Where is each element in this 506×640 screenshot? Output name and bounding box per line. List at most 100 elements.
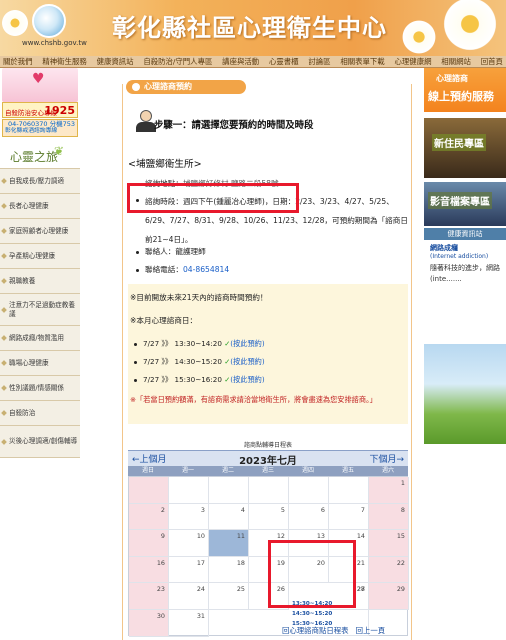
- heart-banner[interactable]: ♥: [2, 68, 78, 102]
- sidebar-item-caregiver[interactable]: 家庭照顧者心理健康: [0, 219, 80, 244]
- calendar-day[interactable]: 22: [369, 556, 409, 584]
- slot-row: 7/27 》》 13:30~14:20 ✓(按此預約): [134, 339, 265, 349]
- calendar-day[interactable]: 7: [329, 503, 369, 531]
- book-slot-link[interactable]: (按此預約): [230, 357, 264, 366]
- bullet-icon: [1, 360, 7, 366]
- bullet-icon: [1, 278, 7, 284]
- nav-item-suicide-prevention[interactable]: 自殺防治/守門人專區: [143, 56, 212, 67]
- sidebar-item-elderly[interactable]: 長者心理健康: [0, 194, 80, 219]
- hotline-number: 1925: [44, 104, 75, 117]
- day-number: 2: [160, 505, 165, 514]
- sidebar-item-pregnancy[interactable]: 孕產期心理健康: [0, 244, 80, 269]
- sidebar-item-parenting[interactable]: 親職教養: [0, 269, 80, 294]
- calendar-day[interactable]: 23: [129, 583, 169, 610]
- bullet-icon: [1, 438, 7, 445]
- nav-item-health-info[interactable]: 健康資訊站: [97, 56, 134, 67]
- day-number: 30: [156, 612, 165, 620]
- day-number: 29: [396, 585, 405, 594]
- bullet-dot: [134, 360, 137, 364]
- calendar-day[interactable]: 5: [249, 503, 289, 531]
- online-booking-banner[interactable]: 心理諮商 線上預約服務: [424, 68, 506, 112]
- day-number: 13: [316, 532, 325, 541]
- day-number: 24: [196, 585, 205, 594]
- calendar-day[interactable]: 9: [129, 530, 169, 557]
- calendar-slot-link[interactable]: 14:30~15:20: [292, 609, 365, 619]
- calendar-day[interactable]: 18: [209, 556, 249, 584]
- back-link[interactable]: 回上一頁: [356, 626, 386, 635]
- article-title: 網路成癮: [430, 244, 458, 252]
- circle-icon: [132, 83, 140, 91]
- right-sidebar: 心理諮商 線上預約服務 新住民專區 影音檔案專區 健康資訊站 網路成癮 (Int…: [424, 68, 506, 640]
- calendar-empty: [129, 477, 169, 504]
- nav-item-bookshelf[interactable]: 心靈書櫃: [269, 56, 299, 67]
- video-archive-banner[interactable]: 影音檔案專區: [424, 182, 506, 226]
- calendar-day[interactable]: 4: [209, 503, 249, 531]
- calendar-day[interactable]: 10: [169, 530, 209, 557]
- next-month-link[interactable]: 下個月→: [369, 452, 404, 465]
- nav-item-links[interactable]: 相關網站: [441, 56, 471, 67]
- landscape-image: [424, 344, 506, 444]
- contact-line: 聯絡人：龍護理師: [136, 242, 206, 261]
- calendar-day[interactable]: 16: [129, 556, 169, 584]
- logo-icon[interactable]: [32, 4, 66, 38]
- nav-item-forum[interactable]: 討論區: [308, 56, 330, 67]
- sidebar-item-self-growth[interactable]: 自我成長/壓力調適: [0, 169, 80, 194]
- sidebar-item-suicide[interactable]: 自殺防治: [0, 401, 80, 426]
- calendar-day[interactable]: 11: [209, 530, 249, 557]
- sidebar-item-gender[interactable]: 性別議題/情感關係: [0, 376, 80, 401]
- calendar-day[interactable]: 29: [369, 583, 409, 610]
- sidebar-item-addiction[interactable]: 網路成癮/物質濫用: [0, 326, 80, 351]
- calendar-day[interactable]: 1: [369, 477, 409, 504]
- calendar-day[interactable]: 31: [169, 610, 209, 637]
- clinic-name: <埔鹽鄉衛生所>: [128, 159, 202, 170]
- day-number: 18: [236, 558, 245, 567]
- weekday: 週日: [141, 467, 154, 474]
- prev-month-link[interactable]: ←上個月: [132, 452, 167, 465]
- article-subtitle: (Internet addiction): [430, 253, 489, 260]
- main-content: 心理諮商預約 步驟一：請選擇您要預約的時間及時段 <埔鹽鄉衛生所> 諮詢地點：埔…: [122, 78, 412, 640]
- weekday: 週二: [221, 467, 234, 474]
- article-teaser[interactable]: 網路成癮 (Internet addiction) 隨著科技的進步，網路(int…: [430, 244, 502, 285]
- daisy-decoration: [400, 18, 438, 56]
- book-slot-link[interactable]: (按此預約): [230, 375, 264, 384]
- day-number: 25: [236, 585, 245, 594]
- bullet-dot: [136, 268, 139, 272]
- bullet-dot: [134, 342, 137, 346]
- calendar-day[interactable]: 25: [209, 583, 249, 610]
- calendar-weekdays: 週日 週一 週二 週三 週四 週五 週六: [128, 466, 408, 476]
- book-slot-link[interactable]: (按此預約): [230, 339, 264, 348]
- calendar-day[interactable]: 15: [369, 530, 409, 557]
- day-number: 3: [200, 505, 205, 514]
- sidebar-item-disaster[interactable]: 災後心理調適/創傷輔導: [0, 426, 80, 458]
- nav-item-mental-service[interactable]: 精神衛生服務: [42, 56, 86, 67]
- calendar-day[interactable]: 3: [169, 503, 209, 531]
- section-tab-label: 心理諮商預約: [144, 82, 192, 91]
- calendar-day[interactable]: 6: [289, 503, 329, 531]
- back-to-schedule-link[interactable]: 回心理諮商點日程表: [282, 626, 349, 635]
- nav-item-forms[interactable]: 相關表單下載: [340, 56, 384, 67]
- calendar-day[interactable]: 8: [369, 503, 409, 531]
- article-desc: 隨著科技的進步，網路(inte.......: [430, 264, 500, 283]
- calendar-day[interactable]: 2: [129, 503, 169, 531]
- calendar-empty: [209, 477, 249, 504]
- nav-item-about[interactable]: 關於我們: [3, 56, 33, 67]
- person-icon: [136, 110, 156, 132]
- weekday: 週四: [301, 467, 314, 474]
- sidebar-item-adhd[interactable]: 注意力不足過動症教養議: [0, 294, 80, 326]
- highlight-box: [127, 183, 299, 213]
- calendar-day[interactable]: 30: [129, 610, 169, 637]
- new-immigrant-banner[interactable]: 新住民專區: [424, 118, 506, 178]
- nav-item-lectures[interactable]: 講座與活動: [222, 56, 259, 67]
- day-number: 31: [196, 612, 205, 620]
- day-number: 17: [196, 558, 205, 567]
- notice-month-dates: ※本月心理諮商日：: [130, 316, 198, 325]
- nav-item-health-net[interactable]: 心理健康網: [395, 56, 432, 67]
- bullet-icon: [1, 253, 7, 259]
- nav-item-home[interactable]: 回首頁: [481, 56, 503, 67]
- person-head: [140, 110, 152, 122]
- sidebar-item-workplace[interactable]: 職場心理健康: [0, 351, 80, 376]
- calendar-day[interactable]: 24: [169, 583, 209, 610]
- alcohol-hotline[interactable]: 彰化縣戒酒諮詢專線 04-7060370 分機753: [2, 119, 78, 137]
- calendar-day[interactable]: 17: [169, 556, 209, 584]
- suicide-hotline[interactable]: 自殺防治安心專線 1925: [2, 102, 78, 118]
